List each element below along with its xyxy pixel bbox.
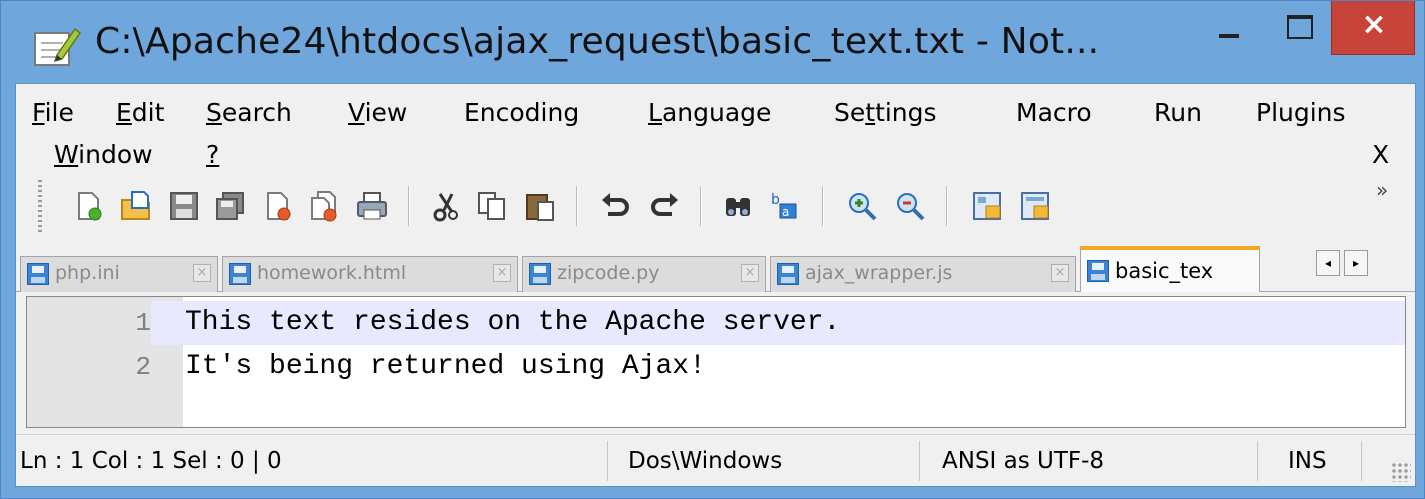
menu-run[interactable]: Run bbox=[1154, 98, 1202, 128]
menu-plugins[interactable]: Plugins bbox=[1256, 98, 1346, 128]
notepad-window: C:\Apache24\htdocs\ajax_request\basic_te… bbox=[0, 0, 1425, 499]
replace-icon[interactable]: ba bbox=[768, 190, 800, 222]
editor-line[interactable]: 2 It's being returned using Ajax! bbox=[27, 345, 1405, 389]
status-encoding: ANSI as UTF-8 bbox=[928, 441, 1258, 481]
status-insert-mode: INS bbox=[1266, 441, 1362, 481]
resize-grip-icon[interactable] bbox=[1391, 462, 1411, 482]
save-icon[interactable] bbox=[168, 190, 200, 222]
saved-file-icon bbox=[229, 263, 251, 285]
menu-file[interactable]: File bbox=[32, 98, 74, 128]
toolbar-separator bbox=[822, 186, 824, 226]
editor-line[interactable]: 1 This text resides on the Apache server… bbox=[27, 301, 1405, 345]
menu-edit[interactable]: Edit bbox=[116, 98, 164, 128]
saved-file-icon bbox=[777, 263, 799, 285]
toolbar-separator bbox=[576, 186, 578, 226]
maximize-button[interactable] bbox=[1259, 1, 1329, 55]
save-all-icon[interactable] bbox=[214, 190, 246, 222]
tab-label: php.ini bbox=[55, 262, 120, 284]
sync-vertical-icon[interactable] bbox=[972, 190, 1004, 222]
close-icon: × bbox=[1361, 7, 1387, 42]
line-text: It's being returned using Ajax! bbox=[185, 351, 706, 382]
tab-close-icon[interactable]: × bbox=[741, 264, 759, 282]
cut-icon[interactable] bbox=[430, 190, 462, 222]
menu-bar: File Edit Search View Encoding Language … bbox=[16, 84, 1415, 180]
toolbar-grip[interactable] bbox=[38, 180, 42, 232]
zoom-out-icon[interactable] bbox=[894, 190, 926, 222]
editor-area[interactable]: 1 This text resides on the Apache server… bbox=[26, 296, 1406, 428]
svg-text:b: b bbox=[771, 192, 780, 208]
status-eol-format: Dos\Windows bbox=[616, 441, 920, 481]
tab-label: homework.html bbox=[257, 262, 407, 284]
sync-horizontal-icon[interactable] bbox=[1020, 190, 1052, 222]
tab-scroll-left-button[interactable]: ◂ bbox=[1316, 250, 1340, 276]
tab-close-icon[interactable]: × bbox=[493, 264, 511, 282]
status-position: Ln : 1 Col : 1 Sel : 0 | 0 bbox=[16, 441, 608, 481]
tab-homework-html[interactable]: homework.html × bbox=[222, 256, 518, 292]
tab-php-ini[interactable]: php.ini × bbox=[20, 256, 218, 292]
copy-icon[interactable] bbox=[476, 190, 508, 222]
tab-zipcode-py[interactable]: zipcode.py × bbox=[522, 256, 766, 292]
window-title: C:\Apache24\htdocs\ajax_request\basic_te… bbox=[95, 21, 1100, 62]
redo-icon[interactable] bbox=[648, 190, 680, 222]
tab-bar: php.ini × homework.html × zipcode.py × a… bbox=[16, 242, 1415, 292]
paste-icon[interactable] bbox=[524, 190, 556, 222]
tab-label: basic_tex bbox=[1115, 259, 1214, 283]
new-file-icon[interactable] bbox=[72, 190, 104, 222]
line-number: 1 bbox=[27, 301, 151, 345]
menu-encoding[interactable]: Encoding bbox=[464, 98, 579, 128]
saved-file-icon bbox=[1087, 260, 1109, 282]
menu-window[interactable]: Window bbox=[54, 140, 153, 170]
menu-view[interactable]: View bbox=[348, 98, 407, 128]
toolbar-separator bbox=[700, 186, 702, 226]
toolbar: ba » bbox=[16, 176, 1415, 236]
tab-scroll-right-button[interactable]: ▸ bbox=[1344, 250, 1368, 276]
undo-icon[interactable] bbox=[600, 190, 632, 222]
close-document-button[interactable]: X bbox=[1372, 140, 1389, 170]
client-area: File Edit Search View Encoding Language … bbox=[15, 83, 1416, 487]
minimize-button[interactable] bbox=[1189, 1, 1259, 55]
toolbar-separator bbox=[946, 186, 948, 226]
print-icon[interactable] bbox=[356, 190, 388, 222]
close-window-button[interactable]: × bbox=[1331, 1, 1415, 55]
line-text: This text resides on the Apache server. bbox=[185, 307, 841, 338]
tab-label: zipcode.py bbox=[557, 262, 660, 284]
menu-language[interactable]: Language bbox=[648, 98, 771, 128]
notepad-app-icon bbox=[34, 27, 81, 66]
menu-macro[interactable]: Macro bbox=[1016, 98, 1092, 128]
zoom-in-icon[interactable] bbox=[846, 190, 878, 222]
tab-close-icon[interactable]: × bbox=[1051, 264, 1069, 282]
close-file-icon[interactable] bbox=[262, 190, 294, 222]
saved-file-icon bbox=[27, 263, 49, 285]
tab-ajax-wrapper-js[interactable]: ajax_wrapper.js × bbox=[770, 256, 1076, 292]
line-number: 2 bbox=[27, 345, 151, 389]
tab-close-icon[interactable]: × bbox=[193, 264, 211, 282]
saved-file-icon bbox=[529, 263, 551, 285]
svg-text:a: a bbox=[782, 205, 789, 219]
title-bar[interactable]: C:\Apache24\htdocs\ajax_request\basic_te… bbox=[1, 1, 1425, 81]
tab-label: ajax_wrapper.js bbox=[805, 262, 953, 284]
find-icon[interactable] bbox=[722, 190, 754, 222]
menu-settings[interactable]: Settings bbox=[834, 98, 937, 128]
tab-basic-text-txt[interactable]: basic_tex bbox=[1080, 246, 1260, 292]
menu-search[interactable]: Search bbox=[206, 98, 292, 128]
toolbar-overflow-icon[interactable]: » bbox=[1376, 178, 1388, 202]
toolbar-separator bbox=[408, 186, 410, 226]
menu-help[interactable]: ? bbox=[206, 140, 219, 170]
close-all-icon[interactable] bbox=[308, 190, 340, 222]
open-file-icon[interactable] bbox=[120, 190, 152, 222]
status-bar: Ln : 1 Col : 1 Sel : 0 | 0 Dos\Windows A… bbox=[16, 434, 1415, 486]
